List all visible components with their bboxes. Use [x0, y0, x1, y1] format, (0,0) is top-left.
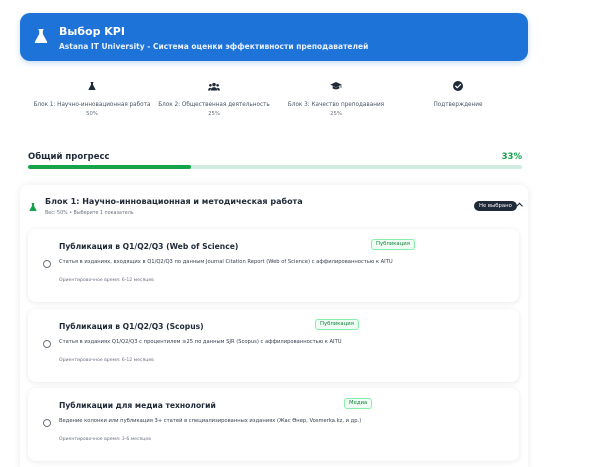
block-1-panel: Блок 1: Научно-инновационная и методичес… [20, 185, 528, 467]
flask-icon [29, 203, 37, 211]
step-label: Блок 2: Общественная деятельность [158, 102, 270, 108]
option-title: Публикация в Q1/Q2/Q3 (Scopus) [59, 322, 204, 331]
block-title: Блок 1: Научно-инновационная и методичес… [45, 197, 303, 206]
step-weight: 25% [330, 111, 342, 117]
step-weight: 25% [208, 111, 220, 117]
progress-label: Общий прогресс [28, 152, 110, 162]
chevron-up-icon[interactable] [516, 202, 523, 207]
header-banner: Выбор KPI Astana IT University - Система… [20, 13, 528, 61]
page-title: Выбор KPI [59, 25, 125, 38]
option-description: Ведение колонки или публикация 3+ статей… [59, 418, 362, 424]
progress-value: 33% [501, 152, 522, 162]
graduation-cap-icon [330, 82, 342, 90]
step-block-1[interactable]: Блок 1: Научно-инновационная работа 50% [27, 80, 157, 117]
option-time: Ориентировочное время: 6-12 месяцев [59, 358, 154, 363]
kpi-option-card[interactable]: Публикации для медиа технологий Медиа Ве… [28, 388, 519, 461]
status-badge: Не выбрано [474, 201, 517, 211]
step-block-2[interactable]: Блок 2: Общественная деятельность 25% [149, 80, 279, 117]
option-radio[interactable] [43, 340, 51, 348]
option-description: Статья в изданиях, входящих в Q1/Q2/Q3 п… [59, 259, 393, 265]
option-description: Статья в изданиях Q1/Q2/Q3 с процентилем… [59, 339, 342, 345]
stepper: Блок 1: Научно-инновационная работа 50% … [20, 80, 528, 130]
step-label: Блок 3: Качество преподавания [287, 102, 385, 108]
option-title: Публикации для медиа технологий [59, 401, 216, 410]
check-circle-icon [453, 81, 463, 91]
flask-icon [88, 82, 96, 90]
block-meta: Вес: 50% • Выберите 1 показатель [45, 211, 134, 216]
users-icon [208, 82, 220, 90]
step-weight: 50% [86, 111, 98, 117]
option-time: Ориентировочное время: 3-6 месяцев [59, 437, 151, 442]
step-confirmation[interactable]: Подтверждение [393, 80, 523, 111]
option-tag: Публикация [315, 319, 359, 330]
step-label: Подтверждение [433, 102, 483, 108]
option-time: Ориентировочное время: 6-12 месяцев [59, 278, 154, 283]
flask-icon [34, 29, 48, 43]
option-tag: Публикация [371, 239, 415, 250]
option-radio[interactable] [43, 419, 51, 427]
page-subtitle: Astana IT University - Система оценки эф… [59, 42, 369, 51]
progress-fill [28, 165, 192, 169]
kpi-option-card[interactable]: Публикация в Q1/Q2/Q3 (Web of Science) П… [28, 229, 519, 302]
option-tag: Медиа [344, 398, 373, 409]
option-radio[interactable] [43, 260, 51, 268]
kpi-option-card[interactable]: Публикация в Q1/Q2/Q3 (Scopus) Публикаци… [28, 309, 519, 382]
option-title: Публикация в Q1/Q2/Q3 (Web of Science) [59, 242, 239, 251]
step-label: Блок 1: Научно-инновационная работа [33, 102, 151, 108]
progress-track [28, 165, 522, 169]
step-block-3[interactable]: Блок 3: Качество преподавания 25% [271, 80, 401, 117]
